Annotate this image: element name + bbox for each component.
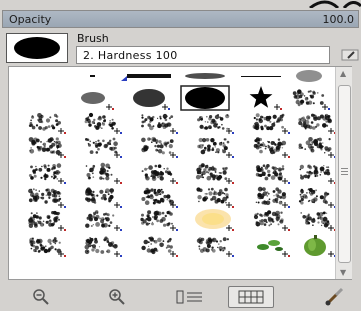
brush-thumb-spray-2[interactable]	[84, 112, 122, 134]
brush-preview[interactable]	[6, 33, 68, 63]
brush-thumb-blur-wide[interactable]	[185, 73, 225, 79]
brush-thumb-spray-9[interactable]	[141, 136, 178, 158]
brush-name-field[interactable]: 2. Hardness 100	[76, 46, 330, 64]
vertical-scrollbar[interactable]: ▲ ▼	[335, 67, 352, 279]
brush-thumb-texture-16[interactable]	[253, 210, 290, 231]
opacity-slider[interactable]: Opacity 100.0	[2, 10, 359, 28]
brush-thumb-spray-5[interactable]	[252, 113, 290, 134]
brush-thumb-line-small[interactable]	[90, 75, 95, 77]
brush-thumb-splatter-1[interactable]	[292, 89, 330, 110]
brush-thumb-spray-1[interactable]	[28, 113, 66, 134]
brush-thumb-texture-21[interactable]	[196, 237, 234, 257]
brush-thumb-leaves[interactable]	[257, 240, 290, 257]
brush-thumb-texture-4[interactable]	[195, 163, 234, 184]
scroll-up-icon[interactable]: ▲	[340, 69, 346, 78]
brush-thumb-texture-19[interactable]	[84, 236, 123, 258]
brush-thumb-spray-4[interactable]	[197, 114, 234, 134]
brush-thumb-texture-2[interactable]	[85, 162, 122, 184]
opacity-label: Opacity	[9, 13, 52, 26]
brush-thumb-texture-8[interactable]	[85, 187, 122, 208]
paint-brush-icon[interactable]	[320, 286, 350, 308]
brush-grid-canvas	[28, 70, 337, 258]
brush-label: Brush	[77, 32, 109, 45]
brush-thumb-texture-10[interactable]	[196, 187, 234, 208]
zoom-in-icon[interactable]	[102, 286, 132, 308]
brush-thumb-texture-9[interactable]	[141, 187, 178, 208]
brush-thumb-spray-7[interactable]	[28, 137, 66, 158]
brush-thumb-texture-6[interactable]	[299, 164, 336, 185]
brush-thumb-texture-1[interactable]	[28, 163, 66, 184]
brush-thumb-spray-11[interactable]	[253, 137, 290, 158]
brush-thumb-texture-17[interactable]	[300, 211, 336, 232]
brush-shape	[14, 37, 60, 59]
brush-thumb-star[interactable]	[249, 86, 282, 110]
brush-thumb-line-thin[interactable]	[241, 76, 281, 77]
brush-thumb-glow[interactable]	[195, 209, 234, 231]
brush-thumb-spray-3[interactable]	[141, 113, 178, 134]
brush-thumb-blur-soft[interactable]	[296, 70, 322, 82]
brush-thumb-texture-7[interactable]	[28, 188, 66, 208]
brush-thumb-texture-12[interactable]	[298, 188, 336, 208]
scroll-thumb[interactable]	[338, 85, 351, 263]
zoom-out-icon[interactable]	[26, 286, 56, 308]
brush-thumb-texture-5[interactable]	[255, 164, 290, 184]
brush-thumb-texture-14[interactable]	[85, 210, 122, 231]
brush-thumb-line-long[interactable]	[127, 74, 171, 78]
brush-thumb-spray-6[interactable]	[298, 113, 336, 134]
brush-thumb-texture-15[interactable]	[140, 210, 178, 231]
brush-thumb-spray-10[interactable]	[197, 137, 234, 158]
brush-thumb-texture-3[interactable]	[141, 164, 178, 184]
list-view-icon[interactable]	[176, 286, 206, 308]
brush-thumb-spray-12[interactable]	[298, 137, 337, 158]
brush-thumb-texture-18[interactable]	[29, 237, 66, 257]
brush-thumb-blur-medium[interactable]	[133, 89, 170, 110]
edit-brush-icon[interactable]	[340, 45, 360, 65]
brush-thumb-hardness-100[interactable]	[180, 85, 230, 111]
scroll-down-icon[interactable]: ▼	[340, 268, 346, 277]
opacity-value: 100.0	[322, 13, 355, 26]
brush-thumb-pepper[interactable]	[304, 235, 336, 257]
brush-thumb-texture-13[interactable]	[28, 210, 66, 231]
selection-marker	[121, 76, 127, 81]
top-edge-decoration	[309, 0, 361, 8]
brush-thumb-texture-20[interactable]	[141, 236, 178, 258]
grid-view-icon[interactable]	[228, 286, 274, 308]
brush-grid	[8, 66, 352, 280]
brush-toolbar	[0, 283, 361, 311]
brush-thumb-spray-8[interactable]	[85, 137, 122, 158]
brush-thumb-texture-11[interactable]	[255, 186, 290, 208]
brush-thumb-blur-small[interactable]	[81, 92, 114, 110]
